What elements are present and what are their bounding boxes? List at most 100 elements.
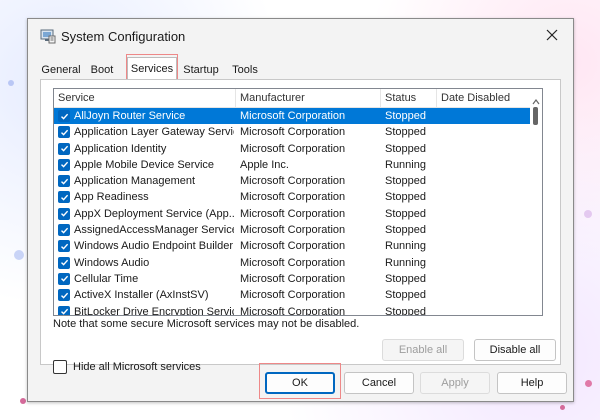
table-row[interactable]: Application Identity Microsoft Corporatio… [54,141,540,157]
manufacturer-cell: Microsoft Corporation [240,126,346,139]
manufacturer-cell: Microsoft Corporation [240,289,346,302]
status-cell: Stopped [385,191,426,204]
checkbox-checked-icon[interactable] [58,240,70,253]
table-row[interactable]: Cellular Time Microsoft Corporation Stoppe… [54,271,540,287]
manufacturer-cell: Microsoft Corporation [240,207,346,220]
status-cell: Stopped [385,175,426,188]
table-row[interactable]: App Readiness Microsoft Corporation Stoppe… [54,189,540,205]
status-cell: Running [385,256,426,269]
list-header: Service Manufacturer Status Date Disable… [54,89,540,108]
checkbox-checked-icon[interactable] [58,289,70,302]
column-header-status[interactable]: Status [381,89,437,107]
checkbox-checked-icon[interactable] [58,158,70,171]
date-disabled-cell [441,206,529,222]
status-cell: Stopped [385,289,426,302]
checkbox-checked-icon[interactable] [58,191,70,204]
status-cell: Stopped [385,142,426,155]
date-disabled-cell [441,238,529,254]
ok-button[interactable]: OK [265,372,335,394]
checkbox-checked-icon[interactable] [58,175,70,188]
checkbox-checked-icon[interactable] [58,110,70,122]
service-name-cell: AssignedAccessManager Service [74,224,234,237]
decor-dot [584,210,592,218]
tab-general[interactable]: General [40,61,82,79]
service-name-cell: AllJoyn Router Service [74,110,186,122]
dialog-buttons: OK Cancel Apply Help [28,363,573,401]
date-disabled-cell [441,255,529,271]
manufacturer-cell: Microsoft Corporation [240,272,346,285]
manufacturer-cell: Microsoft Corporation [240,110,346,122]
help-button[interactable]: Help [497,372,567,394]
column-header-manufacturer[interactable]: Manufacturer [236,89,381,107]
decor-dot [585,380,592,387]
checkbox-checked-icon[interactable] [58,142,70,155]
table-row[interactable]: AppX Deployment Service (App... Microsoft… [54,206,540,222]
checkbox-checked-icon[interactable] [58,272,70,285]
service-name-cell: Apple Mobile Device Service [74,158,215,171]
checkbox-checked-icon[interactable] [58,207,70,220]
table-row[interactable]: ActiveX Installer (AxInstSV) Microsoft Co… [54,287,540,303]
tab-startup[interactable]: Startup [180,61,222,79]
status-cell: Stopped [385,126,426,139]
service-name-cell: AppX Deployment Service (App... [74,207,234,220]
decor-dot [14,250,24,260]
table-row[interactable]: AllJoyn Router Service Microsoft Corporat… [54,108,540,125]
column-header-service[interactable]: Service [54,89,236,107]
checkbox-checked-icon[interactable] [58,305,70,315]
table-row[interactable]: Application Management Microsoft Corporat… [54,173,540,189]
date-disabled-cell [441,287,529,303]
vertical-scrollbar[interactable] [530,89,542,315]
table-row[interactable]: Windows Audio Microsoft Corporation Runnin… [54,255,540,271]
table-row[interactable]: BitLocker Drive Encryption Service Micros… [54,304,540,316]
service-name-cell: Application Identity [74,142,167,155]
table-row[interactable]: Apple Mobile Device Service Apple Inc. Run… [54,157,540,173]
apply-button[interactable]: Apply [420,372,490,394]
manufacturer-cell: Microsoft Corporation [240,175,346,188]
date-disabled-cell [441,173,529,189]
manufacturer-cell: Microsoft Corporation [240,256,346,269]
disable-all-button[interactable]: Disable all [474,339,556,361]
service-name-cell: App Readiness [74,191,149,204]
services-list[interactable]: Service Manufacturer Status Date Disable… [53,88,543,316]
manufacturer-cell: Microsoft Corporation [240,191,346,204]
manufacturer-cell: Microsoft Corporation [240,224,346,237]
service-name-cell: ActiveX Installer (AxInstSV) [74,289,209,302]
table-row[interactable]: Application Layer Gateway Service Microso… [54,124,540,140]
services-tab-highlight [126,54,178,80]
manufacturer-cell: Microsoft Corporation [240,142,346,155]
window-title: System Configuration [61,29,186,44]
date-disabled-cell [441,141,529,157]
checkbox-checked-icon[interactable] [58,256,70,269]
table-row[interactable]: AssignedAccessManager Service Microsoft C… [54,222,540,238]
status-cell: Running [385,158,426,171]
close-button[interactable] [537,23,567,51]
column-header-date-disabled[interactable]: Date Disabled [437,89,529,107]
tab-boot[interactable]: Boot [86,61,118,79]
chevron-up-icon[interactable] [532,93,540,105]
checkbox-checked-icon[interactable] [58,224,70,237]
checkbox-checked-icon[interactable] [58,126,70,139]
status-cell: Stopped [385,305,426,316]
date-disabled-cell [441,189,529,205]
table-row[interactable]: Windows Audio Endpoint Builder Microsoft … [54,238,540,254]
service-name-cell: Application Layer Gateway Service [74,126,234,139]
manufacturer-cell: Microsoft Corporation [240,240,346,253]
services-panel: Service Manufacturer Status Date Disable… [40,79,561,374]
decor-dot [560,405,565,410]
service-name-cell: BitLocker Drive Encryption Service [74,305,234,316]
enable-all-button[interactable]: Enable all [382,339,464,361]
scrollbar-thumb[interactable] [533,107,538,125]
date-disabled-cell [441,157,529,173]
cancel-button[interactable]: Cancel [344,372,414,394]
tab-tools[interactable]: Tools [228,61,262,79]
decor-dot [8,80,14,86]
manufacturer-cell: Microsoft Corporation [240,305,346,316]
close-icon [546,28,558,46]
date-disabled-cell [441,304,529,315]
service-name-cell: Application Management [74,175,196,188]
status-cell: Stopped [385,224,426,237]
date-disabled-cell [441,222,529,238]
date-disabled-cell [441,108,529,124]
service-rows: AllJoyn Router Service Microsoft Corporat… [54,108,540,316]
service-name-cell: Cellular Time [74,272,139,285]
